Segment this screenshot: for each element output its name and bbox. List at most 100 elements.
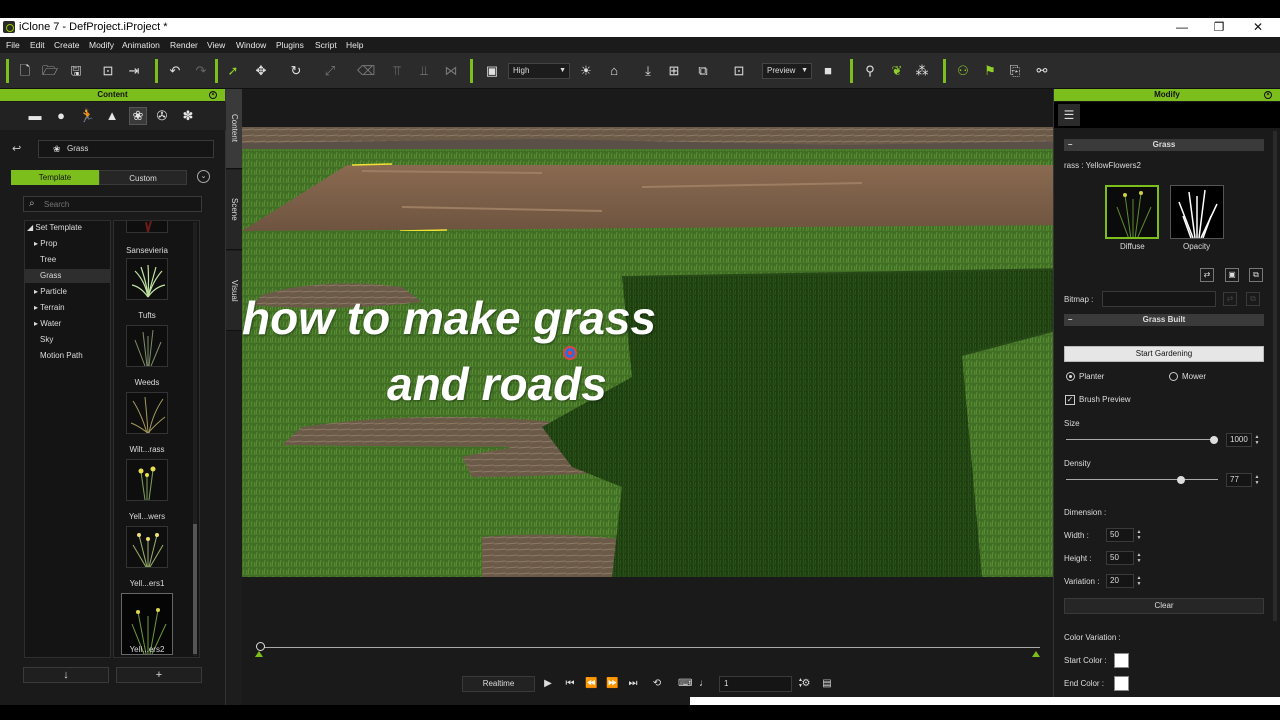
- undo-icon[interactable]: ↶: [167, 63, 183, 79]
- physics-icon[interactable]: ⚲: [862, 63, 878, 79]
- timeline-playhead[interactable]: [256, 642, 265, 651]
- variation-input[interactable]: 20 ▲ ▼: [1106, 574, 1141, 588]
- slider-knob[interactable]: [1210, 436, 1218, 444]
- height-input[interactable]: 50 ▲ ▼: [1106, 551, 1141, 565]
- tab-template[interactable]: Template: [11, 170, 99, 185]
- close-window-button[interactable]: ✕: [1238, 19, 1278, 36]
- asset-item[interactable]: Wilt...rass: [114, 392, 189, 459]
- size-slider[interactable]: [1066, 435, 1218, 445]
- display-mode-icon[interactable]: ⧉: [695, 63, 711, 79]
- move-icon[interactable]: ✥: [253, 63, 269, 79]
- open-folder-icon[interactable]: 🗁: [42, 63, 58, 79]
- export-icon[interactable]: ⇥: [126, 63, 142, 79]
- tree-item-water[interactable]: ▸ Water: [25, 317, 110, 331]
- menu-view[interactable]: View: [207, 40, 225, 50]
- width-input[interactable]: 50 ▲ ▼: [1106, 528, 1141, 542]
- tab-custom[interactable]: Custom: [99, 170, 187, 185]
- settings-gear-icon[interactable]: ⚙: [799, 676, 813, 692]
- menu-help[interactable]: Help: [346, 40, 363, 50]
- tree-item-tree[interactable]: Tree: [25, 253, 110, 267]
- redo-icon[interactable]: ↷: [193, 63, 209, 79]
- menu-animation[interactable]: Animation: [122, 40, 160, 50]
- asset-item[interactable]: Weeds: [114, 325, 189, 392]
- spinner-arrows-icon[interactable]: ▲ ▼: [1253, 434, 1261, 446]
- maximize-button[interactable]: ❐: [1199, 19, 1239, 36]
- stage-icon[interactable]: ▲: [104, 108, 120, 124]
- drop-to-floor-icon[interactable]: ⤓: [640, 63, 656, 79]
- menu-window[interactable]: Window: [236, 40, 266, 50]
- animation-icon[interactable]: 🏃: [79, 108, 95, 124]
- save-icon[interactable]: 🖫: [68, 63, 84, 79]
- loop-icon[interactable]: ⟲: [649, 676, 665, 692]
- search-input[interactable]: [44, 198, 194, 210]
- camera-record-icon[interactable]: ■: [820, 63, 836, 79]
- density-input[interactable]: 77 ▲ ▼: [1226, 473, 1259, 487]
- clipboard-icon[interactable]: ⎘: [1007, 63, 1023, 79]
- asset-item[interactable]: Yell...wers: [114, 459, 189, 526]
- asset-item[interactable]: Yell...ers1: [114, 526, 189, 593]
- density-slider[interactable]: [1066, 475, 1218, 485]
- clear-button[interactable]: Clear: [1064, 598, 1264, 614]
- 3d-viewport[interactable]: how to make grass and roads ▭: [242, 127, 1068, 577]
- skip-start-icon[interactable]: ⏮: [564, 676, 576, 692]
- viewport-icon[interactable]: ▣: [484, 63, 500, 79]
- start-gardening-button[interactable]: Start Gardening: [1064, 346, 1264, 362]
- quality-dropdown[interactable]: High ▼: [508, 63, 570, 79]
- load-texture-icon[interactable]: ⇄: [1200, 268, 1214, 282]
- media-icon[interactable]: ✇: [154, 108, 170, 124]
- growth-icon[interactable]: ❦: [889, 63, 905, 79]
- rewind-icon[interactable]: ⏪: [585, 676, 597, 692]
- mower-radio[interactable]: [1169, 372, 1178, 381]
- frame-input[interactable]: 1 ▲ ▼: [719, 676, 803, 692]
- scene-props-icon[interactable]: ✽: [180, 108, 196, 124]
- opacity-texture-slot[interactable]: [1170, 185, 1224, 239]
- new-file-icon[interactable]: 🗋: [17, 63, 33, 79]
- close-panel-icon[interactable]: ×: [209, 91, 217, 99]
- music-note-icon[interactable]: ♩: [698, 676, 710, 692]
- tree-item-grass[interactable]: Grass: [25, 269, 110, 283]
- menu-modify[interactable]: Modify: [89, 40, 114, 50]
- save-texture-icon[interactable]: ▣: [1225, 268, 1239, 282]
- realtime-button[interactable]: Realtime: [462, 676, 535, 692]
- edit-texture-icon[interactable]: ⧉: [1249, 268, 1263, 282]
- sliders-icon[interactable]: ☰: [1058, 104, 1080, 126]
- spinner-arrows-icon[interactable]: ▲ ▼: [1253, 474, 1261, 486]
- menu-create[interactable]: Create: [54, 40, 80, 50]
- brush-preview-checkbox[interactable]: ✓: [1065, 395, 1075, 405]
- fast-forward-icon[interactable]: ⏩: [606, 676, 618, 692]
- menu-script[interactable]: Script: [315, 40, 337, 50]
- download-button[interactable]: ↓: [23, 667, 109, 683]
- screenshot-icon[interactable]: ⊡: [731, 63, 747, 79]
- tree-item-terrain[interactable]: ▸ Terrain: [25, 301, 110, 315]
- side-tab-content[interactable]: Content: [226, 89, 242, 169]
- tree-item-motion-path[interactable]: Motion Path: [25, 349, 110, 363]
- select-arrow-icon[interactable]: ➚: [225, 63, 241, 79]
- import-icon[interactable]: ⊡: [100, 63, 116, 79]
- timeline-panel-icon[interactable]: ▤: [820, 676, 834, 692]
- tree-item-prop[interactable]: ▸ Prop: [25, 237, 110, 251]
- flag-icon[interactable]: ⚑: [982, 63, 998, 79]
- close-panel-icon[interactable]: ×: [1264, 91, 1272, 99]
- spinner-arrows-icon[interactable]: ▲ ▼: [1135, 529, 1143, 541]
- grass-built-section-header[interactable]: – Grass Built: [1064, 314, 1264, 326]
- sun-light-icon[interactable]: ☀: [578, 63, 594, 79]
- path-icon[interactable]: ⚯: [1034, 63, 1050, 79]
- spinner-arrows-icon[interactable]: ▲ ▼: [1135, 552, 1143, 564]
- rotate-icon[interactable]: ↻: [288, 63, 304, 79]
- menu-render[interactable]: Render: [170, 40, 198, 50]
- spinner-arrows-icon[interactable]: ▲ ▼: [1135, 575, 1143, 587]
- slider-knob[interactable]: [1177, 476, 1185, 484]
- size-input[interactable]: 1000 ▲ ▼: [1226, 433, 1259, 447]
- grass-section-header[interactable]: – Grass: [1064, 139, 1264, 151]
- asset-list-scrollbar[interactable]: [193, 222, 197, 656]
- actor-icon[interactable]: ●: [53, 108, 69, 124]
- side-tab-scene[interactable]: Scene: [226, 170, 242, 250]
- eraser-icon[interactable]: ⌫: [357, 63, 375, 79]
- scale-icon[interactable]: ⤢: [322, 63, 338, 79]
- align-bottom-icon[interactable]: ⫫: [416, 63, 432, 79]
- bitmap-load-icon[interactable]: ⇄: [1223, 292, 1237, 306]
- planter-radio[interactable]: [1066, 372, 1075, 381]
- collapse-chevron-icon[interactable]: ⌄: [197, 170, 210, 183]
- tree-item-sky[interactable]: Sky: [25, 333, 110, 347]
- diffuse-texture-slot[interactable]: [1105, 185, 1159, 239]
